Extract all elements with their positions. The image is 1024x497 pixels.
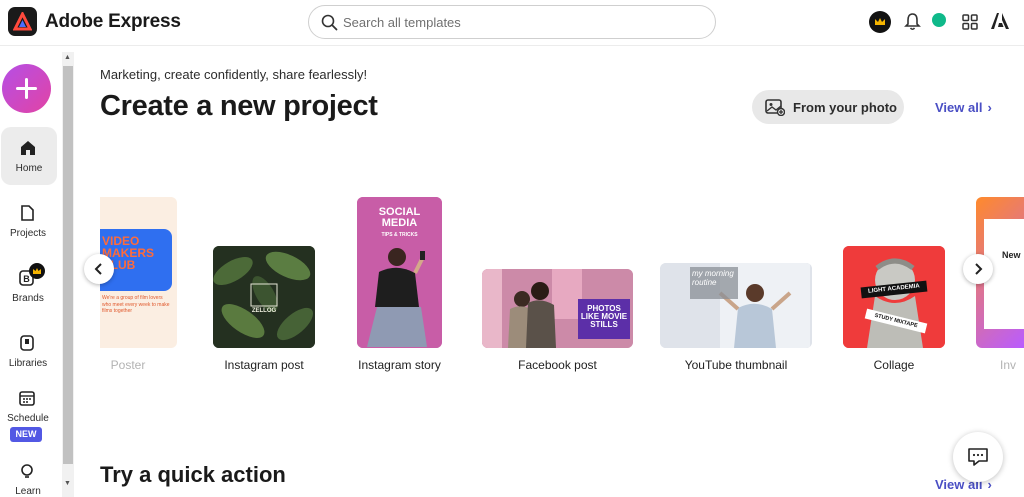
status-indicator[interactable]: [932, 13, 946, 27]
adobe-express-logo[interactable]: [8, 7, 37, 36]
projects-icon: [21, 205, 34, 221]
adobe-logo-icon[interactable]: [990, 12, 1010, 30]
card-label: Instagram story: [358, 358, 441, 372]
tagline: Marketing, create confidently, share fea…: [100, 67, 368, 82]
card-label: Instagram post: [224, 358, 304, 372]
sidebar-item-home[interactable]: Home: [1, 127, 57, 185]
sidebar-item-label: Home: [15, 163, 43, 174]
sidebar-item-label: Projects: [9, 228, 47, 239]
app-title[interactable]: Adobe Express: [45, 11, 181, 33]
sidebar-item-label: Brands: [12, 293, 44, 304]
card-label: YouTube thumbnail: [684, 358, 788, 372]
learn-icon: [21, 464, 33, 478]
express-logo-icon: [13, 12, 32, 31]
template-card-instagram-story[interactable]: SOCIAL MEDIA TIPS & TRICKS: [357, 197, 442, 348]
new-badge: NEW: [10, 427, 42, 442]
carousel-prev-button[interactable]: [84, 254, 114, 284]
statue-art: [843, 246, 945, 348]
scroll-down-arrow-icon[interactable]: ▼: [64, 480, 71, 487]
bell-icon[interactable]: [904, 12, 921, 31]
card-label: Collage: [873, 358, 915, 372]
template-card-youtube-thumbnail[interactable]: my morning routine: [660, 263, 812, 348]
sidebar-item-projects[interactable]: Projects: [0, 192, 56, 250]
page-title: Create a new project: [100, 90, 378, 122]
sidebar-item-label: Learn: [15, 486, 41, 497]
sidebar-item-label: Libraries: [8, 358, 48, 369]
chat-icon: [968, 448, 988, 466]
chevron-right-icon: [975, 263, 983, 275]
carousel-next-button[interactable]: [963, 254, 993, 284]
chevron-left-icon: [94, 263, 102, 275]
card-label: Poster: [110, 358, 146, 372]
sidebar-scrollbar[interactable]: ▲ ▼: [62, 52, 74, 497]
photo-add-icon: [765, 99, 785, 116]
top-bar: Adobe Express: [0, 0, 1024, 46]
sidebar-item-libraries[interactable]: Libraries: [0, 322, 56, 380]
leaves-art: [213, 246, 315, 348]
post-brand-word: ZELLOG: [251, 308, 277, 314]
template-card-instagram-post[interactable]: ZELLOG: [213, 246, 315, 348]
sidebar-item-label: Schedule: [7, 413, 49, 424]
chat-button[interactable]: [953, 432, 1003, 482]
sidebar-item-brands[interactable]: B Brands: [0, 257, 56, 315]
create-new-button[interactable]: [2, 64, 51, 113]
template-card-collage[interactable]: LIGHT ACADEMIA STUDY MIXTAPE: [843, 246, 945, 348]
home-icon: [21, 141, 35, 155]
search-bar[interactable]: [308, 5, 716, 39]
premium-crown-button[interactable]: [869, 11, 891, 33]
view-all-link[interactable]: View all ›: [935, 100, 992, 115]
from-your-photo-label: From your photo: [793, 100, 897, 115]
quick-action-heading: Try a quick action: [100, 462, 286, 487]
sidebar-item-learn[interactable]: Learn: [0, 451, 56, 497]
from-your-photo-button[interactable]: From your photo: [752, 90, 904, 124]
story-title: SOCIAL MEDIA: [378, 206, 421, 229]
crown-icon: [33, 268, 41, 274]
schedule-icon: [19, 391, 35, 406]
poster-body: We're a group of film lovers who meet ev…: [102, 295, 170, 314]
search-icon: [321, 14, 338, 31]
brand-crown-badge: [29, 263, 45, 279]
libraries-icon: [20, 335, 34, 351]
search-input[interactable]: [343, 12, 703, 32]
scroll-up-arrow-icon[interactable]: ▲: [64, 54, 71, 61]
card-label: Facebook post: [518, 358, 597, 372]
apps-grid-icon[interactable]: [962, 14, 978, 30]
story-subtitle: TIPS & TRICKS: [381, 232, 418, 238]
chevron-right-icon: ›: [987, 100, 992, 115]
invitation-word: New: [1002, 250, 1021, 260]
template-card-facebook-post[interactable]: PHOTOS LIKE MOVIE STILLS: [482, 269, 633, 348]
card-label: Inv: [1000, 358, 1017, 372]
crown-icon: [875, 18, 885, 25]
youtube-text: my morning routine: [692, 269, 734, 288]
scroll-thumb[interactable]: [63, 66, 73, 464]
facebook-text: PHOTOS LIKE MOVIE STILLS: [580, 304, 628, 329]
